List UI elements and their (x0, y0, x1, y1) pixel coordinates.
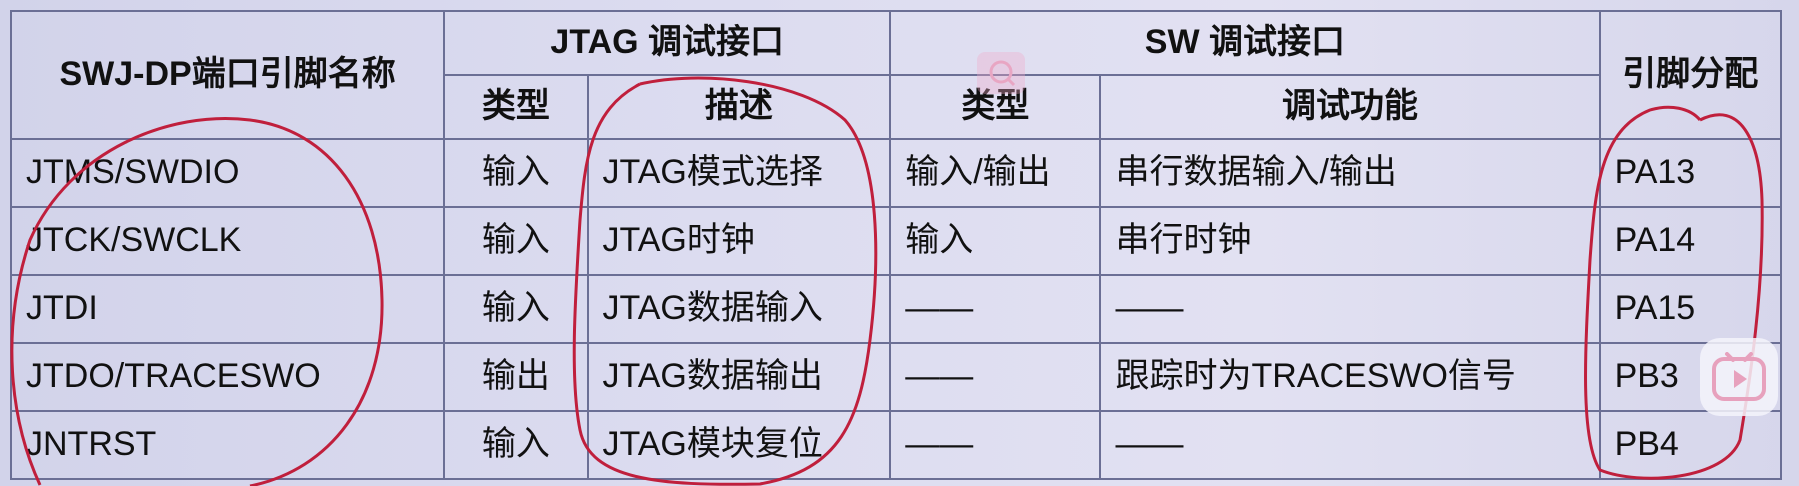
jtag-desc-cell: JTAG模式选择 (586, 138, 892, 208)
pin-cell: JTCK/SWCLK (9, 206, 446, 276)
jtag-desc-cell: JTAG模块复位 (586, 410, 892, 480)
table-row: JNTRST 输入 JTAG模块复位 —— —— PB4 (9, 410, 1783, 480)
jtag-type-cell: 输入 (443, 138, 589, 208)
pin-cell: JTDI (9, 274, 446, 344)
watermark-icon (977, 52, 1025, 94)
sw-func-cell: 串行时钟 (1099, 206, 1601, 276)
sw-type-cell: 输入/输出 (889, 138, 1102, 208)
sw-type-cell: 输入 (889, 206, 1102, 276)
jtag-desc-cell: JTAG数据输出 (586, 342, 892, 412)
table-row: JTDO/TRACESWO 输出 JTAG数据输出 —— 跟踪时为TRACESW… (9, 342, 1783, 412)
sw-func-cell: —— (1099, 410, 1601, 480)
table-row: JTCK/SWCLK 输入 JTAG时钟 输入 串行时钟 PA14 (9, 206, 1783, 276)
sw-func-cell: —— (1099, 274, 1601, 344)
jtag-desc-cell: JTAG数据输入 (586, 274, 892, 344)
sw-func-cell: 串行数据输入/输出 (1099, 138, 1601, 208)
assign-cell: PA14 (1598, 206, 1783, 276)
assign-cell: PA15 (1598, 274, 1783, 344)
jtag-desc-header: 描述 (586, 74, 892, 140)
jtag-type-cell: 输出 (443, 342, 589, 412)
sw-func-header: 调试功能 (1099, 74, 1601, 140)
jtag-desc-cell: JTAG时钟 (586, 206, 892, 276)
table-row: JTDI 输入 JTAG数据输入 —— —— PA15 (9, 274, 1783, 344)
video-play-button[interactable] (1700, 338, 1778, 416)
play-icon (1712, 352, 1766, 401)
pin-assign-header: 引脚分配 (1598, 10, 1783, 140)
pin-cell: JTDO/TRACESWO (9, 342, 446, 412)
pin-cell: JNTRST (9, 410, 446, 480)
header-row: SWJ-DP端口引脚名称 JTAG 调试接口 SW 调试接口 引脚分配 (9, 10, 1783, 140)
sw-func-cell: 跟踪时为TRACESWO信号 (1099, 342, 1601, 412)
swj-dp-pin-table: SWJ-DP端口引脚名称 JTAG 调试接口 SW 调试接口 引脚分配 类型 描… (9, 10, 1783, 480)
assign-cell: PA13 (1598, 138, 1783, 208)
jtag-type-cell: 输入 (443, 274, 589, 344)
jtag-type-cell: 输入 (443, 206, 589, 276)
pin-name-header: SWJ-DP端口引脚名称 (9, 10, 446, 140)
assign-cell: PB4 (1598, 410, 1783, 480)
sw-type-cell: —— (889, 342, 1102, 412)
jtag-group-header: JTAG 调试接口 (443, 10, 892, 76)
jtag-type-cell: 输入 (443, 410, 589, 480)
sw-type-cell: —— (889, 410, 1102, 480)
table-row: JTMS/SWDIO 输入 JTAG模式选择 输入/输出 串行数据输入/输出 P… (9, 138, 1783, 208)
pin-cell: JTMS/SWDIO (9, 138, 446, 208)
sw-type-cell: —— (889, 274, 1102, 344)
jtag-type-header: 类型 (443, 74, 589, 140)
